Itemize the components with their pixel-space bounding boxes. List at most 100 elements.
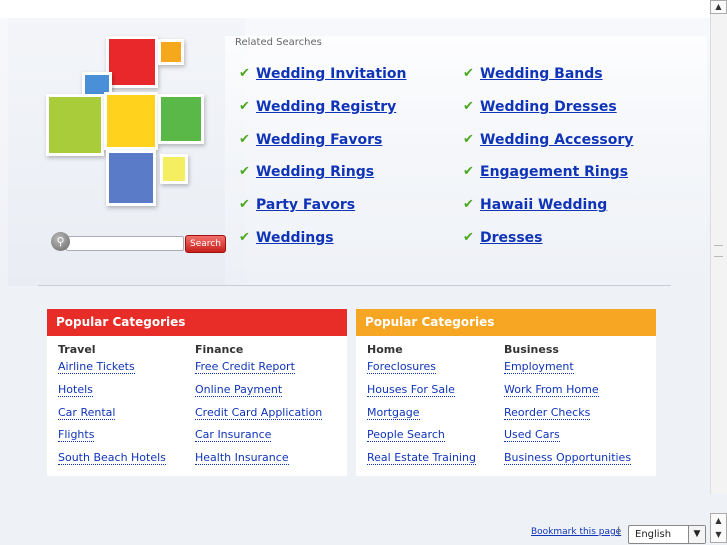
category-column: Travel Airline Tickets Hotels Car Rental Fli… (58, 343, 166, 473)
language-select[interactable]: English ▼ (628, 525, 706, 544)
check-icon: ✔ (463, 197, 474, 213)
category-link-label: Credit Card Application (195, 405, 323, 420)
logo-square-orange (158, 39, 184, 65)
related-search-link[interactable]: Engagement Rings (480, 162, 628, 182)
scrollbar-grip[interactable] (714, 245, 723, 257)
category-link-label: Car Rental (58, 405, 116, 420)
category-link[interactable]: Reorder Checks (504, 405, 631, 428)
check-icon: ✔ (463, 229, 474, 245)
category-link-label: Houses For Sale (367, 382, 455, 397)
logo-square-lightyellow (160, 154, 188, 184)
logo-square-yellow (104, 92, 158, 150)
category-link-label: Work From Home (504, 382, 599, 397)
related-search-link[interactable]: Wedding Bands (480, 64, 603, 84)
related-search-item: ✔ Wedding Favors (239, 130, 406, 163)
category-link-label: Car Insurance (195, 428, 272, 443)
check-icon: ✔ (239, 98, 250, 114)
category-link-label: Reorder Checks (504, 405, 591, 420)
category-link-label: Business Opportunities (504, 451, 632, 466)
category-link-label: Online Payment (195, 382, 283, 397)
bookmark-link[interactable]: Bookmark this page (531, 527, 621, 537)
related-search-item: ✔ Party Favors (239, 195, 406, 228)
category-link-label: Airline Tickets (58, 360, 135, 374)
category-link[interactable]: Free Credit Report (195, 359, 322, 382)
related-search-link[interactable]: Wedding Invitation (256, 64, 406, 84)
category-column-title: Business (504, 343, 559, 356)
category-link[interactable]: South Beach Hotels (58, 450, 166, 473)
related-search-link[interactable]: Wedding Dresses (480, 97, 617, 117)
related-search-item: ✔ Wedding Dresses (463, 97, 633, 130)
category-link[interactable]: Health Insurance (195, 450, 322, 473)
category-link-label: Real Estate Training (367, 451, 476, 466)
check-icon: ✔ (463, 131, 474, 147)
related-search-link[interactable]: Wedding Favors (256, 130, 382, 150)
category-link[interactable]: Business Opportunities (504, 450, 632, 473)
search-button[interactable]: Search (185, 235, 226, 253)
category-column: Home Foreclosures Houses For Sale Mortgage P… (367, 343, 476, 473)
category-link[interactable]: Car Rental (58, 405, 166, 428)
language-value: English (635, 529, 672, 540)
check-icon: ✔ (239, 131, 250, 147)
category-link-label: South Beach Hotels (58, 451, 166, 466)
related-search-item: ✔ Wedding Bands (463, 64, 633, 97)
category-heading: Popular Categories (356, 309, 656, 336)
related-search-item: ✔ Engagement Rings (463, 162, 633, 195)
chevron-down-icon[interactable]: ▼ (688, 526, 705, 543)
category-link-label: Mortgage (367, 405, 420, 420)
category-link[interactable]: Flights (58, 427, 166, 450)
category-link[interactable]: Credit Card Application (195, 405, 323, 428)
scroll-arrows-icon[interactable]: ▲ ▼ (710, 513, 727, 543)
check-icon: ✔ (239, 164, 250, 180)
category-column: Business Employment Work From Home Reorder … (504, 343, 632, 473)
category-link-label: Free Credit Report (195, 360, 295, 374)
category-link[interactable]: Online Payment (195, 382, 322, 405)
category-link[interactable]: Mortgage (367, 405, 476, 428)
category-link[interactable]: Hotels (58, 382, 166, 405)
category-link[interactable]: Houses For Sale (367, 382, 476, 405)
related-search-link[interactable]: Wedding Registry (256, 97, 396, 117)
related-search-link[interactable]: Wedding Rings (256, 162, 374, 182)
related-search-item: ✔ Wedding Accessory (463, 130, 633, 163)
check-icon: ✔ (239, 66, 250, 81)
site-logo (40, 30, 210, 210)
category-link[interactable]: Real Estate Training (367, 450, 476, 473)
related-searches-left: ✔ Wedding Invitation ✔ Wedding Registry ✔ Wed… (239, 64, 406, 261)
category-link[interactable]: Airline Tickets (58, 359, 166, 382)
section-divider (38, 285, 671, 286)
check-icon: ✔ (239, 229, 250, 245)
category-column-title: Travel (58, 343, 96, 356)
category-column: Finance Free Credit Report Online Payment C… (195, 343, 323, 473)
logo-square-green (158, 94, 204, 144)
category-column-title: Finance (195, 343, 244, 356)
related-searches-title: Related Searches (235, 37, 322, 48)
category-link[interactable]: Car Insurance (195, 427, 322, 450)
footer-separator: | (617, 526, 621, 537)
check-icon: ✔ (463, 66, 474, 81)
category-link[interactable]: Work From Home (504, 382, 631, 405)
popular-categories-box-2: Popular Categories Home Foreclosures House… (356, 309, 656, 476)
search-input[interactable] (66, 236, 184, 251)
category-column-title: Home (367, 343, 403, 356)
category-link-label: Foreclosures (367, 360, 437, 374)
logo-square-lime (46, 94, 104, 156)
related-search-link[interactable]: Party Favors (256, 195, 355, 215)
related-search-item: ✔ Hawaii Wedding (463, 195, 633, 228)
category-link[interactable]: Foreclosures (367, 359, 476, 382)
related-search-link[interactable]: Wedding Accessory (480, 130, 633, 150)
related-search-item: ✔ Weddings (239, 228, 406, 261)
check-icon: ✔ (463, 98, 474, 114)
scroll-up-arrow-icon[interactable]: ▲ (710, 0, 727, 14)
logo-square-blue-large (106, 150, 156, 206)
related-search-link[interactable]: Weddings (256, 228, 334, 248)
category-link[interactable]: Used Cars (504, 427, 631, 450)
category-link-label: People Search (367, 428, 445, 443)
related-search-link[interactable]: Dresses (480, 228, 543, 248)
category-link[interactable]: Employment (504, 359, 631, 382)
related-search-link[interactable]: Hawaii Wedding (480, 195, 607, 215)
category-link[interactable]: People Search (367, 427, 476, 450)
logo-square-red (106, 36, 158, 88)
check-icon: ✔ (463, 164, 474, 180)
magnifier-icon: ⚲ (51, 232, 70, 251)
popular-categories-box-1: Popular Categories Travel Airline Tickets… (47, 309, 347, 476)
category-link-label: Employment (504, 360, 574, 374)
